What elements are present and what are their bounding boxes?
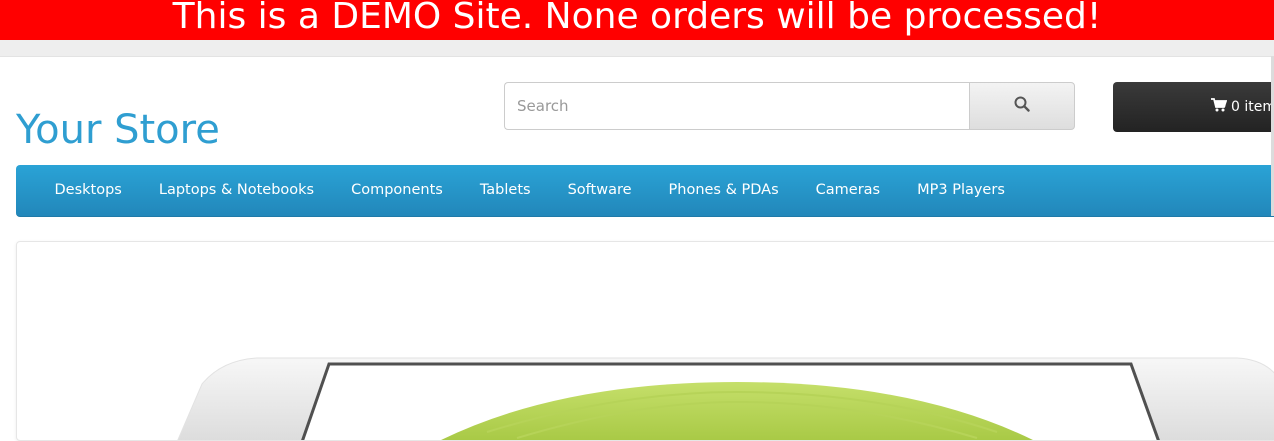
menu-item-laptops-notebooks[interactable]: Laptops & Notebooks <box>140 182 332 198</box>
product-banner-image <box>177 357 1274 440</box>
search-input[interactable] <box>504 82 969 130</box>
cart-button[interactable]: 0 item <box>1113 82 1274 132</box>
menu-item-cameras[interactable]: Cameras <box>797 182 898 198</box>
slideshow[interactable] <box>16 241 1274 441</box>
store-logo[interactable]: Your Store <box>16 106 220 154</box>
menu-item-components[interactable]: Components <box>333 182 462 198</box>
top-bar <box>0 40 1274 57</box>
search-button[interactable] <box>969 82 1075 130</box>
category-menu: Desktops Laptops & Notebooks Components … <box>16 165 1274 217</box>
menu-item-phones-pdas[interactable]: Phones & PDAs <box>650 182 797 198</box>
demo-banner: This is a DEMO Site. None orders will be… <box>0 0 1274 40</box>
search-group <box>504 82 1075 132</box>
menu-item-tablets[interactable]: Tablets <box>461 182 549 198</box>
menu-item-desktops[interactable]: Desktops <box>36 182 140 198</box>
shopping-cart-icon <box>1211 98 1231 116</box>
demo-banner-text: This is a DEMO Site. None orders will be… <box>172 0 1102 37</box>
menu-item-software[interactable]: Software <box>549 182 650 198</box>
menu-item-mp3-players[interactable]: MP3 Players <box>899 182 1024 198</box>
search-icon <box>1014 96 1030 116</box>
cart-label: 0 item <box>1231 99 1274 115</box>
